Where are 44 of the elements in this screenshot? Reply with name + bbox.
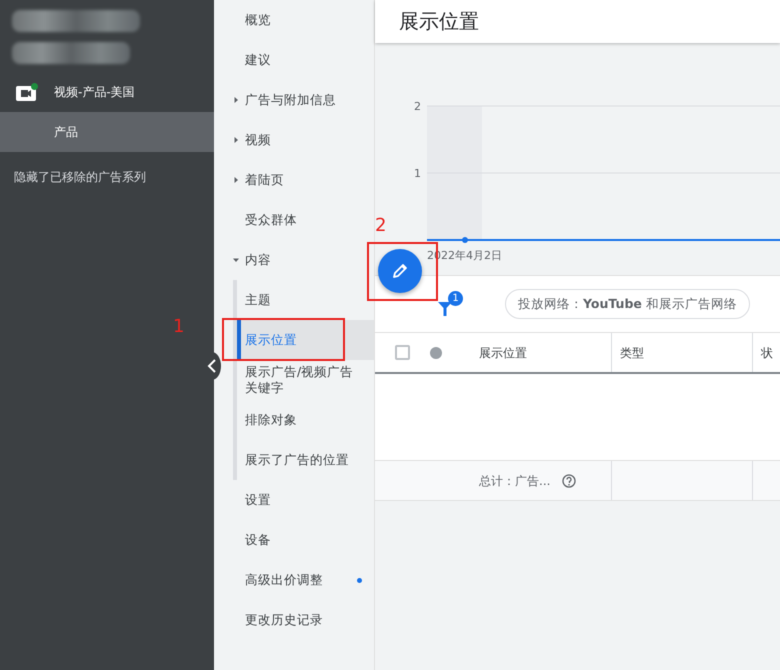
nav-item[interactable]: 展示了广告的位置 xyxy=(237,440,374,480)
nav-item[interactable]: 设置 xyxy=(214,480,374,520)
ad-group-item[interactable]: 产品 xyxy=(0,112,214,152)
column-header[interactable]: 类型 xyxy=(611,333,752,372)
caret-right-icon[interactable] xyxy=(232,96,240,104)
annotation-number: 2 xyxy=(375,217,386,235)
hidden-campaigns-note: 隐藏了已移除的广告系列 xyxy=(13,169,147,186)
nav-item[interactable]: 内容 xyxy=(214,240,374,280)
chevron-left-icon[interactable] xyxy=(207,359,217,373)
caret-right-icon[interactable] xyxy=(232,176,240,184)
axis-tick-label: 1 xyxy=(414,167,421,180)
page-title: 展示位置 xyxy=(375,0,780,43)
nav-item[interactable]: 排除对象 xyxy=(237,400,374,440)
annotation-number: 1 xyxy=(173,318,184,336)
nav-item[interactable]: 着陆页 xyxy=(214,160,374,200)
nav-item[interactable]: 概览 xyxy=(214,0,374,40)
filter-chip[interactable]: 投放网络：YouTube 和展示广告网络 xyxy=(505,288,750,320)
nav-item[interactable]: 视频 xyxy=(214,120,374,160)
pencil-icon[interactable] xyxy=(391,262,409,280)
campaign-name[interactable]: 视频-产品-美国 xyxy=(54,83,135,101)
data-point xyxy=(462,237,468,243)
select-all-checkbox[interactable] xyxy=(395,345,410,360)
video-camera-icon xyxy=(16,83,38,101)
nav-item[interactable]: 受众群体 xyxy=(214,200,374,240)
edit-button[interactable] xyxy=(378,249,422,293)
column-header[interactable]: 展示位置 xyxy=(477,333,611,372)
nav-item[interactable]: 建议 xyxy=(214,40,374,80)
filter-icon[interactable] xyxy=(437,299,453,317)
help-icon[interactable] xyxy=(562,474,576,488)
nav-item[interactable]: 更改历史记录 xyxy=(214,600,374,640)
caret-right-icon[interactable] xyxy=(232,136,240,144)
total-label: 总计：广告... xyxy=(479,472,550,490)
status-dot xyxy=(430,346,442,358)
column-header[interactable]: 状 xyxy=(752,333,780,372)
nav-item[interactable]: 广告与附加信息 xyxy=(214,80,374,120)
nav-item[interactable]: 展示广告/视频广告关键字 xyxy=(237,360,372,400)
filter-button[interactable]: 1 xyxy=(437,291,465,317)
count-badge: 1 xyxy=(448,291,463,306)
caret-down-icon[interactable] xyxy=(232,256,240,264)
nav-item[interactable]: 展示位置 xyxy=(237,320,374,360)
nav-item[interactable]: 高级出价调整 xyxy=(214,560,374,600)
nav-item[interactable]: 设备 xyxy=(214,520,374,560)
nav-item[interactable]: 主题 xyxy=(237,280,374,320)
axis-tick-label: 2 xyxy=(414,100,421,113)
